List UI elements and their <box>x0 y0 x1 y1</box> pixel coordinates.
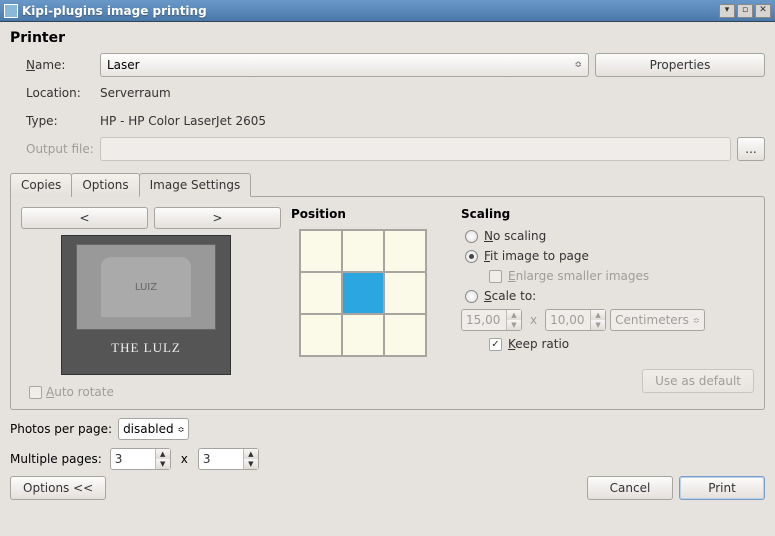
keep-ratio-label: Keep ratio <box>508 337 569 351</box>
printer-section-title: Printer <box>10 30 765 46</box>
no-scaling-radio[interactable] <box>465 230 478 243</box>
up-icon[interactable]: ▲ <box>507 310 521 320</box>
preview-subcaption <box>145 358 147 366</box>
printer-name-select[interactable]: Laser ≎ <box>100 53 589 77</box>
x-label: x <box>526 313 541 327</box>
enlarge-label: Enlarge smaller images <box>508 269 649 283</box>
pos-top-right[interactable] <box>384 230 426 272</box>
photos-per-page-label: Photos per page: <box>10 422 112 436</box>
pos-bottom-right[interactable] <box>384 314 426 356</box>
pos-middle-right[interactable] <box>384 272 426 314</box>
cancel-button[interactable]: Cancel <box>587 476 673 500</box>
pos-bottom-left[interactable] <box>300 314 342 356</box>
multiple-cols-spinner[interactable]: 3 ▲▼ <box>110 448 171 470</box>
preview-thumbnail: LUIZ <box>76 244 216 330</box>
unit-select[interactable]: Centimeters ≎ <box>610 309 704 331</box>
type-value: HP - HP Color LaserJet 2605 <box>100 114 765 128</box>
multiple-cols-value: 3 <box>111 452 155 466</box>
scale-height-value: 10,00 <box>546 313 590 327</box>
dropdown-caret-icon: ≎ <box>178 425 185 434</box>
x-label-2: x <box>177 452 192 466</box>
pos-middle-left[interactable] <box>300 272 342 314</box>
pos-center[interactable] <box>342 272 384 314</box>
printer-name-value: Laser <box>107 58 140 72</box>
scale-height-spinner[interactable]: 10,00 ▲▼ <box>545 309 606 331</box>
position-column: Position <box>291 207 451 399</box>
up-icon[interactable]: ▲ <box>156 449 170 459</box>
scale-to-radio[interactable] <box>465 290 478 303</box>
multiple-pages-label: Multiple pages: <box>10 452 102 466</box>
prev-image-button[interactable]: < <box>21 207 148 229</box>
location-label: Location: <box>10 86 100 100</box>
fit-to-page-label: Fit image to page <box>484 249 589 263</box>
close-button[interactable]: ✕ <box>755 4 771 18</box>
window-controls: ▾ ▫ ✕ <box>719 4 771 18</box>
dropdown-caret-icon: ≎ <box>574 60 582 70</box>
tab-image-settings[interactable]: Image Settings <box>139 173 252 197</box>
down-icon[interactable]: ▼ <box>244 459 258 469</box>
unit-value: Centimeters <box>615 313 689 327</box>
pos-top-center[interactable] <box>342 230 384 272</box>
preview-graphic: LUIZ <box>101 257 191 317</box>
use-as-default-button[interactable]: Use as default <box>642 369 754 393</box>
minimize-button[interactable]: ▾ <box>719 4 735 18</box>
position-grid[interactable] <box>299 229 427 357</box>
no-scaling-label: No scaling <box>484 229 546 243</box>
print-button[interactable]: Print <box>679 476 765 500</box>
position-heading: Position <box>291 207 451 221</box>
output-browse-button[interactable]: ... <box>737 137 765 161</box>
scaling-column: Scaling No scaling Fit image to page Enl… <box>461 207 754 399</box>
next-image-button[interactable]: > <box>154 207 281 229</box>
location-value: Serverraum <box>100 86 765 100</box>
fit-to-page-radio[interactable] <box>465 250 478 263</box>
output-file-input <box>100 137 731 161</box>
auto-rotate-checkbox[interactable] <box>29 386 42 399</box>
tab-copies[interactable]: Copies <box>10 173 72 197</box>
down-icon[interactable]: ▼ <box>591 320 605 330</box>
window-titlebar: Kipi-plugins image printing ▾ ▫ ✕ <box>0 0 775 22</box>
enlarge-checkbox[interactable] <box>489 270 502 283</box>
scale-width-spinner[interactable]: 15,00 ▲▼ <box>461 309 522 331</box>
up-icon[interactable]: ▲ <box>591 310 605 320</box>
up-icon[interactable]: ▲ <box>244 449 258 459</box>
type-label: Type: <box>10 114 100 128</box>
multiple-rows-spinner[interactable]: 3 ▲▼ <box>198 448 259 470</box>
tab-options[interactable]: Options <box>71 173 139 197</box>
output-file-label: Output file: <box>10 142 100 156</box>
maximize-button[interactable]: ▫ <box>737 4 753 18</box>
image-settings-panel: < > LUIZ THE LULZ Auto rotate <box>10 196 765 410</box>
scale-width-value: 15,00 <box>462 313 506 327</box>
scaling-heading: Scaling <box>461 207 754 221</box>
preview-column: < > LUIZ THE LULZ Auto rotate <box>21 207 281 399</box>
options-toggle-button[interactable]: Options << <box>10 476 106 500</box>
down-icon[interactable]: ▼ <box>156 459 170 469</box>
image-preview: LUIZ THE LULZ <box>61 235 231 375</box>
tab-strip: Copies Options Image Settings <box>10 172 765 196</box>
properties-button[interactable]: Properties <box>595 53 765 77</box>
app-icon <box>4 4 18 18</box>
window-title: Kipi-plugins image printing <box>22 4 719 18</box>
dropdown-caret-icon: ≎ <box>693 316 700 325</box>
pos-top-left[interactable] <box>300 230 342 272</box>
photos-per-page-select[interactable]: disabled ≎ <box>118 418 189 440</box>
preview-caption: THE LULZ <box>111 340 181 356</box>
scale-to-label: Scale to: <box>484 289 536 303</box>
auto-rotate-label: Auto rotate <box>46 385 114 399</box>
keep-ratio-checkbox[interactable]: ✓ <box>489 338 502 351</box>
multiple-rows-value: 3 <box>199 452 243 466</box>
pos-bottom-center[interactable] <box>342 314 384 356</box>
down-icon[interactable]: ▼ <box>507 320 521 330</box>
name-label: Name: <box>10 58 100 72</box>
photos-per-page-value: disabled <box>123 422 174 436</box>
